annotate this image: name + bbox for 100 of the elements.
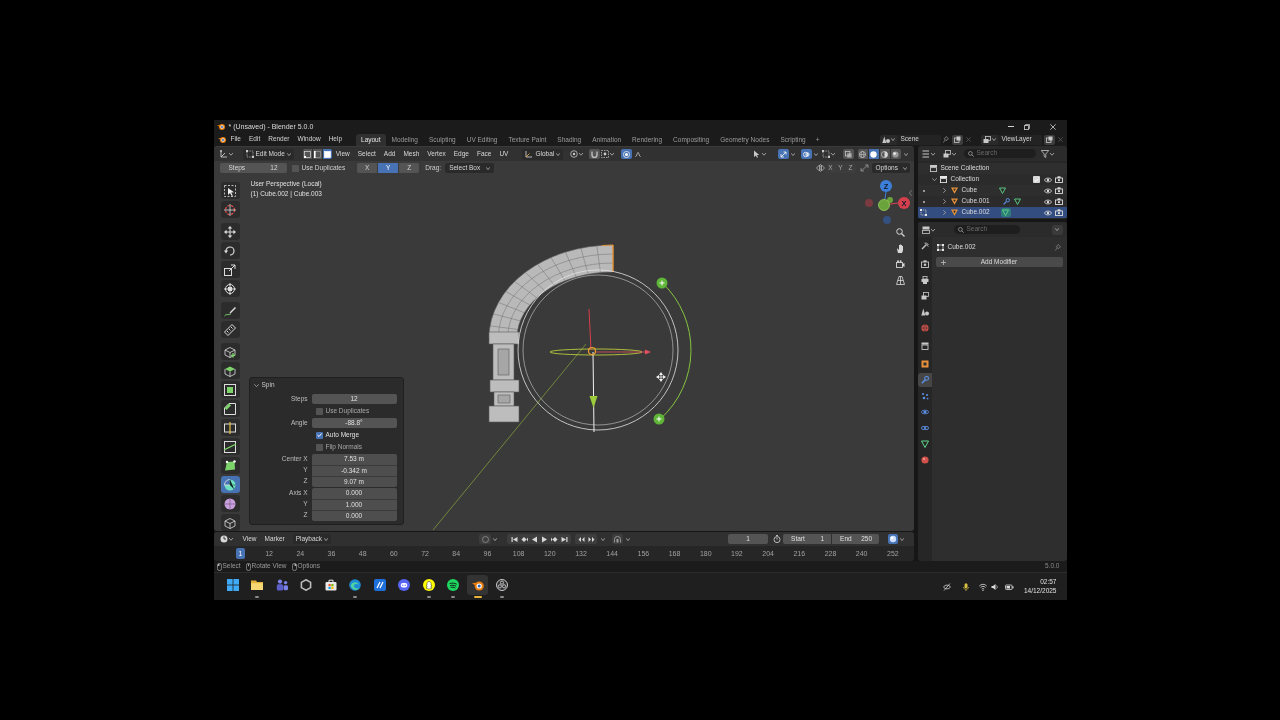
pin-icon[interactable] [1054,244,1061,251]
tool-button[interactable] [220,343,240,360]
shading-mode-button[interactable] [890,149,901,159]
shading-mode-button[interactable] [868,149,879,159]
wrench-icon[interactable] [1002,198,1010,205]
layers-icon[interactable] [942,149,957,158]
gizmo-toggle-button[interactable] [777,149,789,159]
wifi-icon[interactable] [978,582,987,591]
eye-icon[interactable] [1043,187,1052,194]
tool-button[interactable] [220,261,240,278]
tool-button[interactable] [220,223,240,240]
shading-mode-button[interactable] [857,149,868,159]
clock-icon[interactable] [219,535,234,543]
grid-icon[interactable] [895,276,905,285]
curve-icon[interactable] [635,151,642,157]
dot-icon[interactable] [922,200,925,203]
circle-dot-icon[interactable] [570,150,585,158]
tool-button[interactable] [220,242,240,259]
chevron-right-icon[interactable] [942,210,946,215]
view-layer-selector[interactable] [980,134,998,145]
navigation-gizmo-drawing[interactable] [864,180,910,224]
xray-toggle-button[interactable] [842,149,854,159]
eye-icon[interactable] [1043,198,1052,205]
new-view-layer-button[interactable] [1043,134,1055,145]
spin-gizmo-circle[interactable] [517,269,678,431]
camera-icon[interactable] [1054,187,1063,194]
dots-icon [920,392,929,400]
new-scene-button[interactable] [951,134,963,145]
tool-button[interactable] [220,182,240,199]
mirror-icon[interactable] [815,164,825,172]
plus-handle-icon[interactable] [656,277,667,289]
eye-icon[interactable] [1043,176,1052,183]
axes-icon[interactable] [219,150,234,158]
battery-icon[interactable] [1004,582,1014,591]
cursor-arrow-icon[interactable] [752,150,767,158]
chevron-right-icon[interactable] [942,188,946,193]
dot-icon[interactable] [922,189,925,192]
eye-icon[interactable] [1043,209,1052,216]
camera-back-icon [920,260,929,268]
caret-icon [902,166,907,170]
plus-handle-icon[interactable] [653,413,664,425]
speaker-icon[interactable] [990,582,999,591]
taskbar-button[interactable] [467,575,489,596]
properties-tab[interactable] [917,373,932,387]
select-mode-button[interactable] [312,149,322,159]
shaded-sphere-icon [892,150,899,158]
tool-button[interactable] [220,419,240,436]
tool-button[interactable] [220,280,240,297]
tool-button[interactable] [220,438,240,455]
list-icon[interactable] [921,149,936,158]
hand-icon[interactable] [895,244,905,253]
tool-button[interactable] [220,362,240,379]
transport-button[interactable] [539,534,550,544]
filter-icon[interactable] [1040,149,1055,158]
transform-icon [224,282,236,295]
microphone-icon[interactable] [961,582,970,591]
overlay-toggle-button[interactable] [800,149,812,159]
tool-button[interactable] [220,302,240,319]
minimize-icon[interactable] [1007,126,1014,127]
diagonal-arrows-icon[interactable] [859,164,869,172]
checkbox[interactable] [291,164,299,172]
camera-icon[interactable] [895,260,905,269]
auto-keying-button[interactable] [612,534,624,544]
options-button[interactable] [1051,224,1063,235]
checkbox[interactable] [315,443,323,451]
tool-button[interactable] [220,495,240,512]
layers-icon[interactable] [921,225,936,234]
chevron-right-icon[interactable] [942,199,946,204]
tool-button[interactable] [220,476,240,493]
tool-button[interactable] [220,400,240,417]
chevron-down-icon[interactable] [931,178,937,181]
cone-sphere-icon [881,136,890,143]
checkbox[interactable] [315,407,323,415]
dotted-square-icon[interactable] [821,150,836,158]
camera-icon[interactable] [1054,209,1063,216]
magnifier-icon[interactable] [895,228,905,237]
triangle-icon [950,209,958,216]
scene-selector[interactable] [879,134,897,145]
checkbox[interactable] [1032,176,1040,183]
transport-button[interactable] [559,534,570,544]
tool-button[interactable] [220,381,240,398]
keying-button[interactable] [479,534,492,544]
shading-mode-button[interactable] [879,149,890,159]
tool-button[interactable] [220,514,240,531]
snap-toggle-button[interactable] [589,149,601,159]
pin-icon[interactable] [942,136,949,143]
orb-icon[interactable] [888,534,899,544]
proportional-editing-button[interactable] [621,149,633,159]
controller-icon [398,579,411,592]
tool-button[interactable] [220,457,240,474]
app-logo-icon[interactable] [217,136,226,143]
restore-icon[interactable] [1023,123,1030,130]
square-dot-icon[interactable] [601,150,616,158]
camera-icon[interactable] [1054,176,1063,183]
eye-slash-icon[interactable] [942,582,951,591]
checkbox[interactable] [315,431,323,439]
caret-icon [626,537,631,541]
camera-icon[interactable] [1054,198,1063,205]
axis-arrows-drawing[interactable] [549,308,651,433]
stopwatch-icon[interactable] [773,535,782,543]
